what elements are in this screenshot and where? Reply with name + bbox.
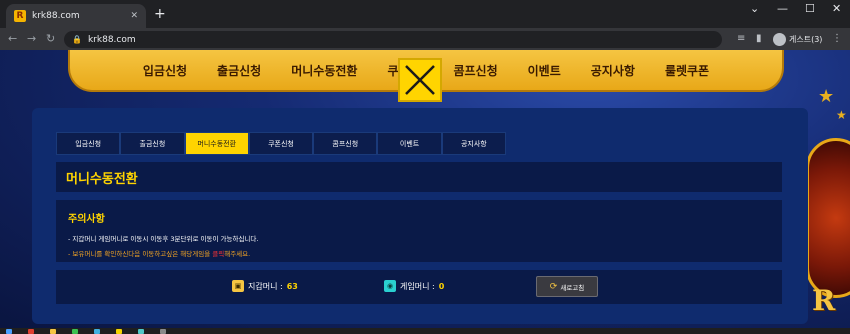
game-value: 0: [438, 281, 445, 291]
tab-comp[interactable]: 콤프신청: [313, 132, 378, 155]
topnav-deposit[interactable]: 입금신청: [143, 62, 187, 79]
media-queue-icon[interactable]: ≡: [737, 33, 745, 44]
browser-tab[interactable]: R krk88.com ✕: [6, 4, 146, 28]
app-taskbar-icon[interactable]: [72, 329, 78, 334]
avatar: [773, 32, 786, 46]
close-icon: [405, 65, 435, 95]
maximize-icon[interactable]: ☐: [805, 2, 815, 15]
chrome-taskbar-icon[interactable]: [28, 329, 34, 334]
refresh-button[interactable]: ⟳ 새로고침: [536, 276, 598, 297]
wallet-icon: ▣: [232, 280, 244, 292]
topnav-comp[interactable]: 콤프신청: [453, 62, 497, 79]
profile-button[interactable]: 게스트(3): [773, 31, 822, 47]
menu-dots-icon[interactable]: ⋮: [832, 33, 842, 44]
minimize-icon[interactable]: —: [777, 2, 788, 15]
tab-title: krk88.com: [32, 11, 80, 21]
notice-line-2-pre: - 보유머니를 확인하신다음 이동하고싶은 해당게임을: [68, 250, 213, 258]
star-decor-icon: ★: [836, 108, 847, 122]
wallet-label: 지갑머니 :: [248, 281, 283, 291]
refresh-icon: ⟳: [549, 281, 558, 292]
game-balance[interactable]: ◉ 게임머니 : 0: [384, 280, 444, 292]
tab-coupon[interactable]: 쿠폰신청: [248, 132, 314, 155]
tab-deposit[interactable]: 입금신청: [56, 132, 121, 155]
app-taskbar-icon[interactable]: [160, 329, 166, 334]
topnav-event[interactable]: 이벤트: [528, 62, 561, 79]
notice-title: 주의사항: [68, 214, 105, 225]
tab-close-icon[interactable]: ✕: [130, 11, 138, 21]
refresh-label: 새로고침: [560, 283, 585, 292]
url-text: krk88.com: [87, 34, 136, 45]
game-money-icon: ◉: [384, 280, 396, 292]
site-favicon-icon: R: [14, 10, 26, 22]
tab-withdraw[interactable]: 출금신청: [120, 132, 185, 155]
site-logo-icon: R: [812, 284, 836, 317]
app-taskbar-icon[interactable]: [138, 329, 144, 334]
notice-line-2-highlight: 클릭: [212, 250, 225, 258]
topnav-notice[interactable]: 공지사항: [591, 62, 635, 79]
browser-tabbar: R krk88.com ✕ + ⌄ — ☐ ✕: [0, 0, 850, 28]
money-transfer-panel: 입금신청 출금신청 머니수동전환 쿠폰신청 콤프신청 이벤트 공지사항 머니수동…: [32, 108, 808, 324]
notice-line-2-post: 해주세요.: [224, 250, 251, 258]
notice-box: 주의사항 - 지갑머니 게임머니로 이동시 이동후 3분단위로 이동이 가능하십…: [56, 200, 782, 262]
wallet-balance[interactable]: ▣ 지갑머니 : 63: [232, 280, 298, 292]
side-panel-icon[interactable]: ▮: [756, 33, 762, 44]
topnav-withdraw[interactable]: 출금신청: [217, 62, 261, 79]
window-close-icon[interactable]: ✕: [832, 2, 841, 15]
start-icon[interactable]: [6, 329, 12, 334]
roulette-decor: [806, 138, 850, 298]
forward-icon[interactable]: →: [27, 32, 36, 45]
page-viewport: ★ ★ 입금신청 출금신청 머니수동전환 쿠 콤프신청 이벤트 공지사항 룰렛쿠…: [0, 50, 850, 328]
reload-icon[interactable]: ↻: [46, 32, 55, 45]
tab-notice[interactable]: 공지사항: [441, 132, 506, 155]
address-bar[interactable]: 🔒 krk88.com: [64, 31, 722, 48]
tab-search-icon[interactable]: ⌄: [750, 2, 759, 15]
app-taskbar-icon[interactable]: [116, 329, 122, 334]
tab-event[interactable]: 이벤트: [377, 132, 442, 155]
tab-money-transfer[interactable]: 머니수동전환: [184, 132, 249, 155]
browser-toolbar: ← → ↻ 🔒 krk88.com ≡ ▮ 게스트(3) ⋮: [0, 28, 850, 50]
os-taskbar: [0, 328, 850, 334]
back-icon[interactable]: ←: [8, 32, 17, 45]
wallet-value: 63: [286, 281, 298, 291]
star-decor-icon: ★: [818, 86, 835, 107]
notice-line-2: - 보유머니를 확인하신다음 이동하고싶은 해당게임을 클릭해주세요.: [68, 248, 770, 258]
balance-bar: ▣ 지갑머니 : 63 ◉ 게임머니 : 0 ⟳ 새로고침: [56, 270, 782, 304]
explorer-taskbar-icon[interactable]: [50, 329, 56, 334]
topnav-roulette-coupon[interactable]: 룰렛쿠폰: [665, 62, 709, 79]
close-popup-button[interactable]: [398, 58, 442, 102]
app-taskbar-icon[interactable]: [94, 329, 100, 334]
new-tab-button[interactable]: +: [154, 6, 166, 22]
topnav-money-transfer[interactable]: 머니수동전환: [291, 62, 357, 79]
sub-tabs: 입금신청 출금신청 머니수동전환 쿠폰신청 콤프신청 이벤트 공지사항: [56, 132, 506, 155]
game-label: 게임머니 :: [400, 281, 435, 291]
profile-label: 게스트(3): [789, 34, 823, 44]
page-title: 머니수동전환: [66, 171, 138, 187]
lock-icon: 🔒: [72, 35, 82, 44]
notice-line-1: - 지갑머니 게임머니로 이동시 이동후 3분단위로 이동이 가능하십니다.: [68, 235, 259, 243]
page-title-bar: 머니수동전환: [56, 162, 782, 192]
